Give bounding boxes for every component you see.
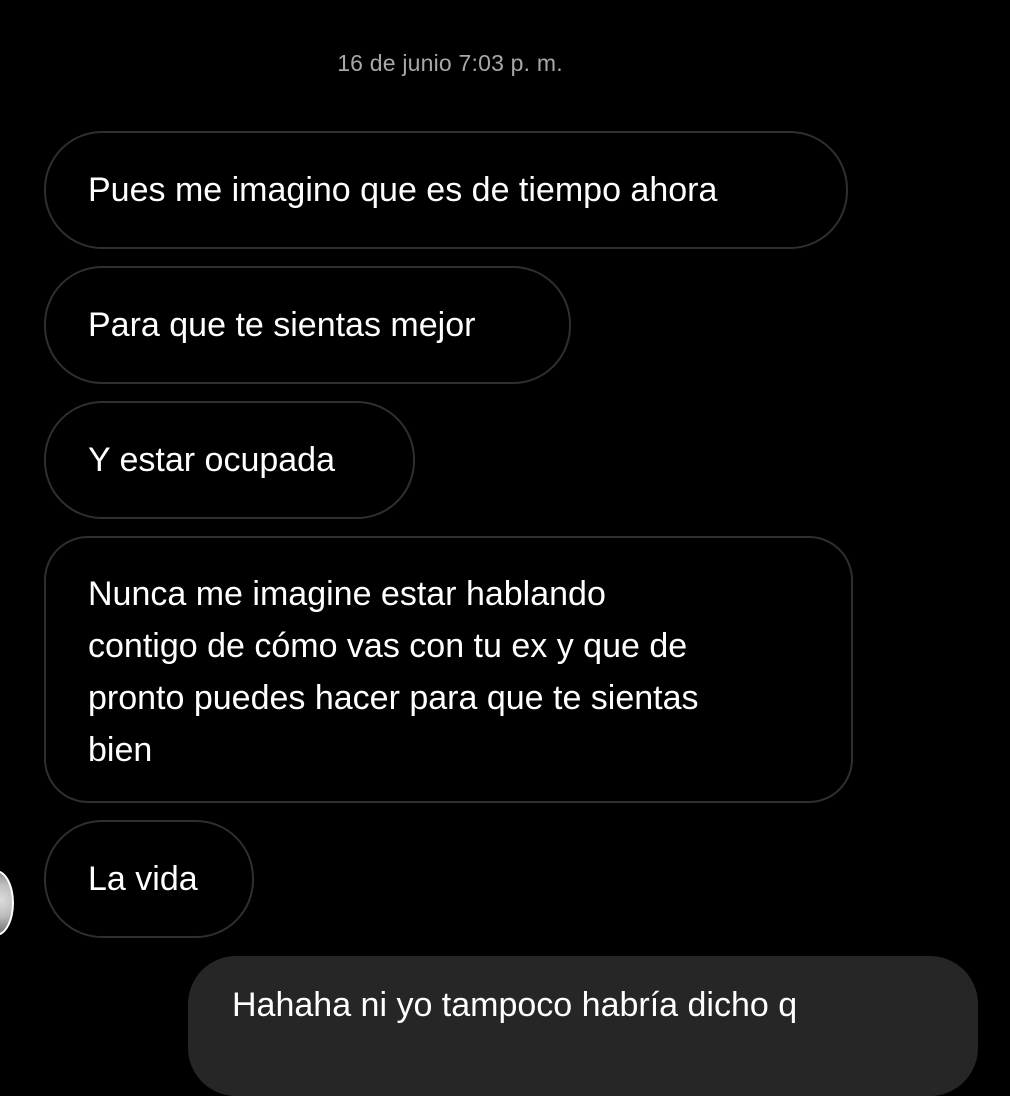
received-message[interactable]: Pues me imagino que es de tiempo ahora — [44, 131, 848, 249]
message-line: bien — [88, 731, 153, 769]
message-text: La vida — [88, 859, 198, 898]
message-line: Nunca me imagine estar hablando — [88, 575, 606, 613]
message-line: pronto puedes hacer para que te sientas — [88, 679, 699, 717]
received-message[interactable]: Nunca me imagine estar hablando contigo … — [44, 536, 853, 803]
message-text: Nunca me imagine estar hablando contigo … — [88, 568, 699, 776]
received-message[interactable]: Y estar ocupada — [44, 401, 415, 519]
message-timestamp: 16 de junio 7:03 p. m. — [337, 50, 563, 76]
received-message[interactable]: La vida — [44, 820, 254, 938]
message-line: contigo de cómo vas con tu ex y que de — [88, 627, 688, 665]
message-text: Para que te sientas mejor — [88, 305, 476, 344]
sent-message[interactable]: Hahaha ni yo tampoco habría dicho q — [188, 956, 978, 1096]
sender-avatar[interactable] — [0, 870, 14, 936]
received-message[interactable]: Para que te sientas mejor — [44, 266, 571, 384]
message-text: Y estar ocupada — [88, 440, 335, 479]
message-text: Pues me imagino que es de tiempo ahora — [88, 170, 718, 209]
message-text: Hahaha ni yo tampoco habría dicho q — [232, 986, 798, 1024]
